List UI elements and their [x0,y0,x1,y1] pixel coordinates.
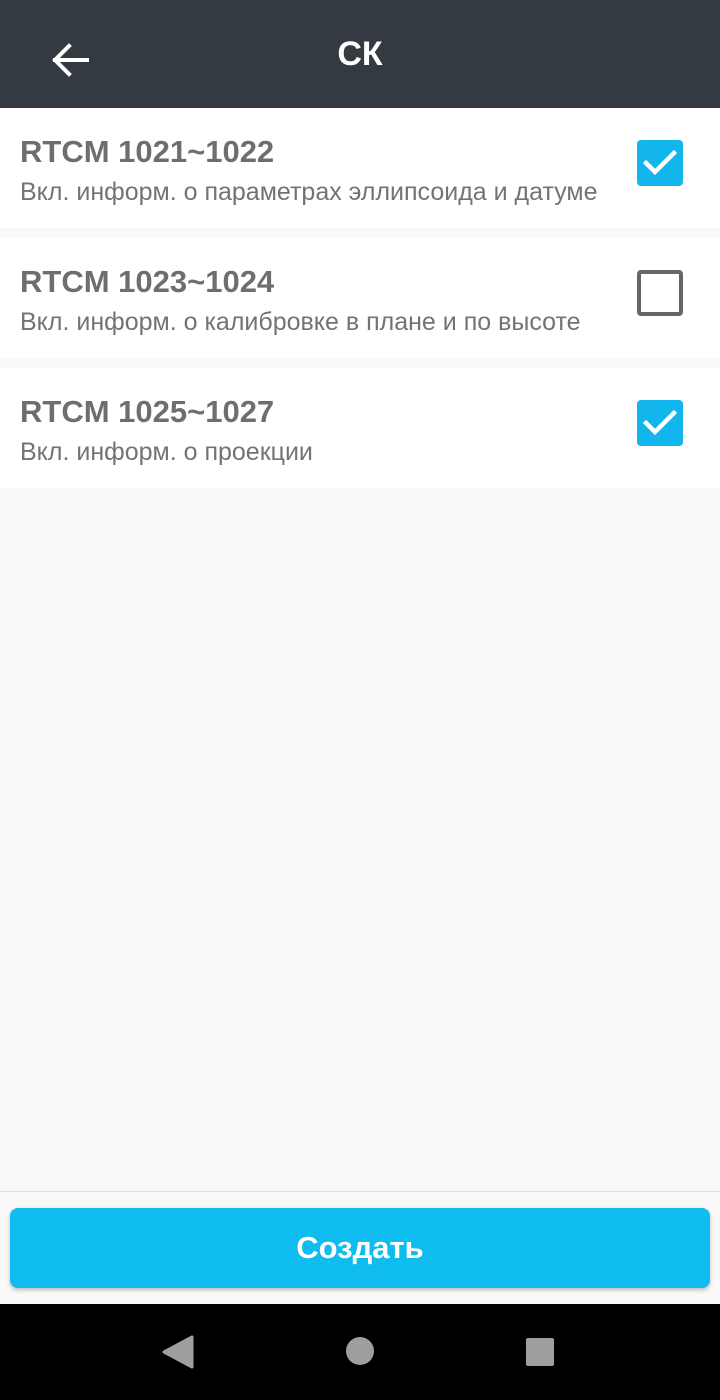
nav-recents-button[interactable] [525,1337,555,1367]
square-recents-icon [526,1338,554,1366]
arrow-left-icon [52,43,89,77]
circle-home-icon [346,1337,374,1365]
item-title: RTCM 1021~1022 [20,134,275,169]
checkmark-icon [643,150,677,176]
system-navigation-bar [0,1304,720,1400]
back-button[interactable] [40,30,100,90]
bottom-action-area: Создать [0,1191,720,1304]
list-item-rtcm-1023-1024[interactable]: RTCM 1023~1024 Вкл. информ. о калибровке… [0,238,720,358]
checkbox-rtcm-1023-1024[interactable] [637,270,683,316]
item-subtitle: Вкл. информ. о параметрах эллипсоида и д… [20,178,598,206]
item-subtitle: Вкл. информ. о калибровке в плане и по в… [20,308,581,336]
create-button[interactable]: Создать [10,1208,710,1288]
checkbox-rtcm-1025-1027[interactable] [637,400,683,446]
checkmark-icon [643,410,677,436]
nav-home-button[interactable] [344,1335,376,1367]
list-item-rtcm-1021-1022[interactable]: RTCM 1021~1022 Вкл. информ. о параметрах… [0,108,720,228]
item-title: RTCM 1023~1024 [20,264,275,299]
page-title: СК [337,34,383,73]
nav-back-button[interactable] [160,1334,196,1370]
triangle-back-icon [162,1335,194,1369]
checkbox-rtcm-1021-1022[interactable] [637,140,683,186]
item-subtitle: Вкл. информ. о проекции [20,438,313,466]
list-item-rtcm-1025-1027[interactable]: RTCM 1025~1027 Вкл. информ. о проекции [0,368,720,488]
item-title: RTCM 1025~1027 [20,394,275,429]
app-screen: СК RTCM 1021~1022 Вкл. информ. о парамет… [0,0,720,1400]
message-type-list: RTCM 1021~1022 Вкл. информ. о параметрах… [0,108,720,488]
app-bar: СК [0,0,720,108]
